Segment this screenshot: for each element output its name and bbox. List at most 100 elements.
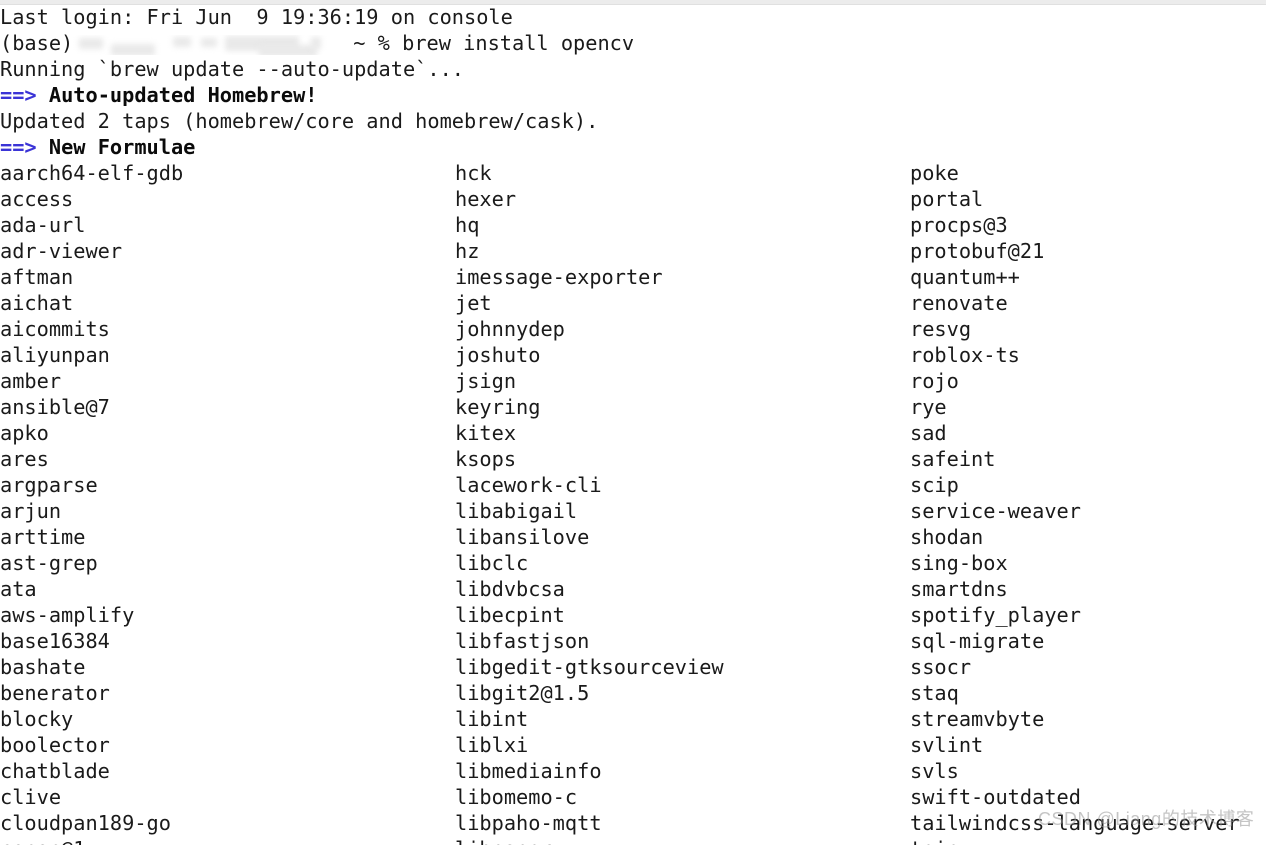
- auto-updated-line: ==> Auto-updated Homebrew!: [0, 82, 1266, 108]
- formula-item: ares: [0, 447, 49, 471]
- formulae-column-1: aarch64-elf-gdb access ada-url adr-viewer af…: [0, 160, 183, 845]
- formula-item: portal: [910, 187, 984, 211]
- formula-item: libpaper: [455, 836, 724, 845]
- formula-item: jsign: [455, 369, 517, 393]
- formula-item: aicommits: [0, 317, 110, 341]
- formula-item: aftman: [0, 265, 74, 289]
- formula-item: joshuto: [455, 343, 541, 367]
- formula-item: cloudpan189-go: [0, 811, 171, 835]
- terminal-output: Last login: Fri Jun 9 19:36:19 on consol…: [0, 4, 1266, 845]
- formula-item: svlint: [910, 733, 984, 757]
- formula-item: amber: [0, 369, 62, 393]
- formula-item: rojo: [910, 369, 959, 393]
- formula-item: base16384: [0, 629, 110, 653]
- formula-item: streamvbyte: [910, 707, 1045, 731]
- formula-item: chatblade: [0, 759, 110, 783]
- auto-updated-label: Auto-updated Homebrew!: [48, 83, 318, 107]
- formula-item: imessage-exporter: [455, 265, 663, 289]
- prompt-line: (base) ~ % brew install opencv: [0, 30, 1266, 56]
- formula-item: conan@1: [0, 836, 183, 845]
- formula-item: ada-url: [0, 213, 86, 237]
- formula-item: hz: [455, 239, 480, 263]
- formula-item: libmediainfo: [455, 759, 602, 783]
- formula-item: staq: [910, 681, 959, 705]
- formulae-column-2: hck hexer hq hz imessage-exporter jet johnnyde…: [455, 160, 724, 845]
- formula-item: libdvbcsa: [455, 577, 565, 601]
- formula-item: ata: [0, 577, 37, 601]
- formula-item: hck: [455, 161, 492, 185]
- formula-item: rye: [910, 395, 947, 419]
- formula-item: shodan: [910, 525, 984, 549]
- formula-item: arttime: [0, 525, 86, 549]
- formula-item: argparse: [0, 473, 98, 497]
- formula-item: svls: [910, 759, 959, 783]
- formula-item: ksops: [455, 447, 517, 471]
- formula-item: kitex: [455, 421, 517, 445]
- formula-item: aarch64-elf-gdb: [0, 161, 184, 185]
- formula-item: aliyunpan: [0, 343, 110, 367]
- formula-item: aichat: [0, 291, 74, 315]
- new-formulae-line: ==> New Formulae: [0, 134, 1266, 160]
- formula-item: roblox-ts: [910, 343, 1020, 367]
- formula-item: spotify_player: [910, 603, 1081, 627]
- formula-item: libansilove: [455, 525, 590, 549]
- formula-item: liblxi: [455, 733, 529, 757]
- updated-taps-line: Updated 2 taps (homebrew/core and homebr…: [0, 109, 599, 133]
- running-update-line: Running `brew update --auto-update`...: [0, 57, 464, 81]
- formula-item: libpaho-mqtt: [455, 811, 602, 835]
- formula-item: scip: [910, 473, 959, 497]
- formula-item: apko: [0, 421, 49, 445]
- formula-item: smartdns: [910, 577, 1008, 601]
- formula-item: ansible@7: [0, 395, 110, 419]
- formula-item: libgit2@1.5: [455, 681, 590, 705]
- formula-item: benerator: [0, 681, 110, 705]
- formula-item: ssocr: [910, 655, 972, 679]
- terminal-window[interactable]: Last login: Fri Jun 9 19:36:19 on consol…: [0, 0, 1266, 845]
- formula-item: adr-viewer: [0, 239, 123, 263]
- formula-item: ast-grep: [0, 551, 98, 575]
- formula-item: protobuf@21: [910, 239, 1045, 263]
- formula-item: aws-amplify: [0, 603, 135, 627]
- formula-item: poke: [910, 161, 959, 185]
- formula-item: hexer: [455, 187, 517, 211]
- formula-item: swift-outdated: [910, 785, 1081, 809]
- prompt-command: ~ % brew install opencv: [353, 31, 635, 55]
- formula-item: service-weaver: [910, 499, 1081, 523]
- formula-item: blocky: [0, 707, 74, 731]
- formula-item: libclc: [455, 551, 529, 575]
- formula-item: libfastjson: [455, 629, 590, 653]
- formula-item: lacework-cli: [455, 473, 602, 497]
- arrow-marker-icon: ==>: [0, 83, 37, 107]
- formula-item: libgedit-gtksourceview: [455, 655, 724, 679]
- formula-item: tein: [910, 836, 1240, 845]
- formula-item: libomemo-c: [455, 785, 578, 809]
- spacer-1: [37, 83, 49, 107]
- formula-item: arjun: [0, 499, 62, 523]
- formula-item: renovate: [910, 291, 1008, 315]
- prompt-prefix: (base): [0, 31, 74, 55]
- formula-item: sql-migrate: [910, 629, 1045, 653]
- new-formulae-label: New Formulae: [48, 135, 196, 159]
- formula-item: quantum++: [910, 265, 1020, 289]
- formula-item: resvg: [910, 317, 972, 341]
- formula-item: jet: [455, 291, 492, 315]
- formula-item: boolector: [0, 733, 110, 757]
- formula-item: access: [0, 187, 74, 211]
- formulae-column-3: poke portal procps@3 protobuf@21 quantum++ re…: [910, 160, 1240, 845]
- formula-item: sing-box: [910, 551, 1008, 575]
- last-login-line: Last login: Fri Jun 9 19:36:19 on consol…: [0, 5, 513, 29]
- arrow-marker-icon: ==>: [0, 135, 37, 159]
- formula-item: clive: [0, 785, 62, 809]
- formula-item: safeint: [910, 447, 996, 471]
- spacer-2: [37, 135, 49, 159]
- formula-item: tailwindcss-language-server: [910, 811, 1240, 835]
- formula-item: sad: [910, 421, 947, 445]
- redacted-hostname: [73, 35, 353, 55]
- formula-item: procps@3: [910, 213, 1008, 237]
- formula-item: libabigail: [455, 499, 578, 523]
- formula-item: keyring: [455, 395, 541, 419]
- formula-item: bashate: [0, 655, 86, 679]
- formula-item: hq: [455, 213, 480, 237]
- formula-item: libecpint: [455, 603, 565, 627]
- formula-item: johnnydep: [455, 317, 565, 341]
